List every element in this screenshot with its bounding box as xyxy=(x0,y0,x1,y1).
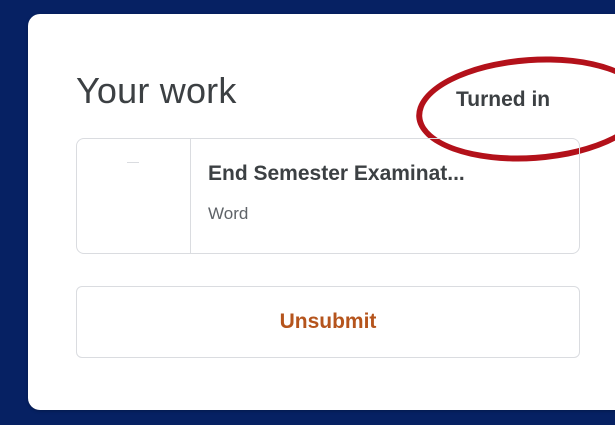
attachment-thumbnail[interactable] xyxy=(77,139,191,253)
attachment-file-name[interactable]: End Semester Examinat... xyxy=(208,162,465,186)
card-title: Your work xyxy=(76,70,237,111)
your-work-card: Your work Turned in End Semester Examina… xyxy=(28,14,615,410)
attachment-item[interactable]: End Semester Examinat... Word xyxy=(76,138,580,254)
thumbnail-placeholder-icon xyxy=(127,162,139,163)
attachment-file-type: Word xyxy=(208,204,249,223)
unsubmit-button[interactable]: Unsubmit xyxy=(76,286,580,358)
